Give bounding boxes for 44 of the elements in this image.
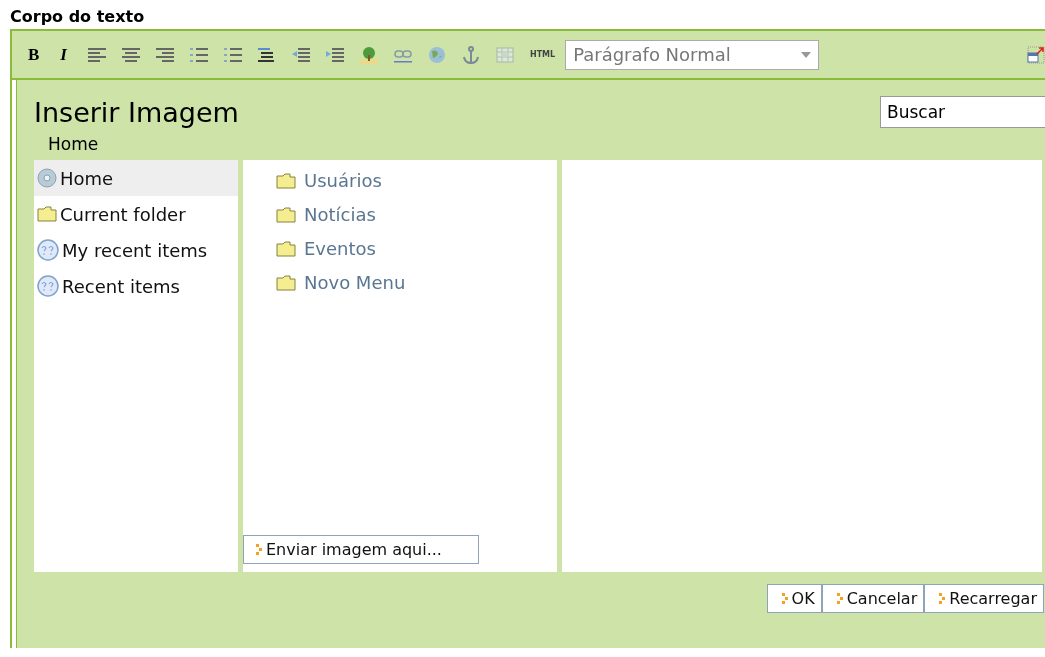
outdent-icon[interactable] <box>291 45 310 64</box>
dialog-title: Inserir Imagem <box>34 96 239 128</box>
align-left-icon[interactable] <box>87 45 106 64</box>
search-field[interactable]: Buscar <box>880 96 1045 128</box>
folder-item[interactable]: Eventos <box>276 231 557 265</box>
sidebar-item[interactable]: Home <box>34 160 238 196</box>
align-right-icon[interactable] <box>155 45 174 64</box>
sidebar-item[interactable]: Recent items <box>34 268 238 304</box>
folder-icon <box>37 204 57 224</box>
disc-icon <box>37 168 57 188</box>
sidebar-item[interactable]: Current folder <box>34 196 238 232</box>
indent-icon[interactable] <box>325 45 344 64</box>
dialog-button[interactable]: Recarregar <box>924 584 1044 613</box>
folder-item[interactable]: Novo Menu <box>276 265 557 299</box>
breadcrumb[interactable]: Home <box>34 128 99 158</box>
arrow-icon <box>939 593 946 604</box>
anchor-icon[interactable] <box>461 45 480 64</box>
arrow-icon <box>781 593 788 604</box>
html-button[interactable]: HTML <box>529 50 556 59</box>
folder-item[interactable]: Notícias <box>276 197 557 231</box>
align-center-icon[interactable] <box>121 45 140 64</box>
folder-icon <box>276 205 296 223</box>
arrow-icon <box>836 593 843 604</box>
italic-button[interactable]: I <box>60 44 67 65</box>
tree-picture-icon[interactable] <box>359 45 378 64</box>
sidebar-item[interactable]: My recent items <box>34 232 238 268</box>
folder-icon <box>276 239 296 257</box>
bold-button[interactable]: B <box>28 44 40 65</box>
question-bubble-icon <box>37 275 59 297</box>
bullet-list-icon[interactable] <box>223 45 242 64</box>
folder-icon <box>276 273 296 291</box>
dialog-button[interactable]: OK <box>766 584 822 613</box>
dropdown-arrow-icon <box>801 51 812 58</box>
question-bubble-icon <box>37 239 59 261</box>
upload-button[interactable]: Enviar imagem aqui... <box>243 535 479 564</box>
numbered-list-icon[interactable] <box>189 45 208 64</box>
arrow-icon <box>256 544 262 555</box>
folder-item[interactable]: Usuários <box>276 163 557 197</box>
maximize-icon[interactable] <box>1027 45 1045 64</box>
dialog-button[interactable]: Cancelar <box>821 584 925 613</box>
style-dropdown[interactable]: Parágrafo Normal <box>565 39 820 70</box>
line-spacing-icon[interactable] <box>257 45 276 64</box>
folder-icon <box>276 171 296 189</box>
section-heading: Corpo do texto <box>9 6 146 28</box>
